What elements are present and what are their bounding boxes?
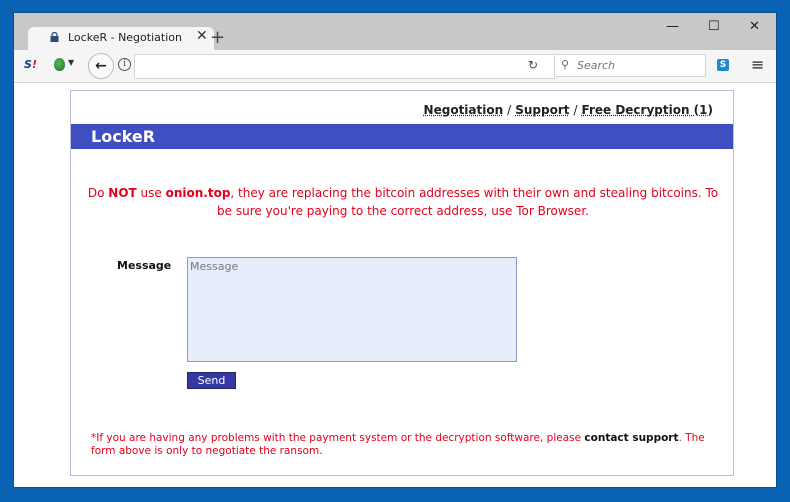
nav-separator: / xyxy=(573,103,578,117)
footnote: *If you are having any problems with the… xyxy=(91,432,721,458)
top-nav: Negotiation / Support / Free Decryption (1) xyxy=(424,103,713,117)
nav-link-free-decryption[interactable]: Free Decryption (1) xyxy=(582,103,713,117)
ransom-page: Negotiation / Support / Free Decryption (1) … xyxy=(70,90,734,476)
brand-title: LockeR xyxy=(91,127,156,146)
url-input[interactable] xyxy=(134,54,555,79)
close-window-icon[interactable]: ✕ xyxy=(749,19,760,34)
send-button[interactable]: Send xyxy=(187,372,236,389)
search-icon: ⚲ xyxy=(561,58,570,71)
reload-icon[interactable]: ↻ xyxy=(528,58,538,72)
tab-title: LockeR - Negotiation xyxy=(68,31,182,44)
search-placeholder: Search xyxy=(577,59,616,72)
header-banner: LockeR xyxy=(71,124,733,149)
tab-locker-negotiation[interactable]: LockeR - Negotiation ✕ xyxy=(28,27,214,50)
search-input[interactable]: ⚲ Search xyxy=(554,54,706,77)
back-arrow-icon: ← xyxy=(95,58,107,74)
onion-icon[interactable] xyxy=(54,58,65,71)
warning-text: , they are replacing the bitcoin address… xyxy=(217,186,719,218)
tab-strip: LockeR - Negotiation ✕ + — ☐ ✕ xyxy=(14,13,776,50)
new-tab-icon[interactable]: + xyxy=(210,27,225,48)
back-button[interactable]: ← xyxy=(88,53,114,79)
message-textarea[interactable] xyxy=(187,257,517,362)
browser-window: LockeR - Negotiation ✕ + — ☐ ✕ S! ▼ ← i … xyxy=(14,13,776,487)
contact-support-link[interactable]: contact support xyxy=(584,432,678,444)
nav-link-support[interactable]: Support xyxy=(515,103,569,117)
info-icon[interactable]: i xyxy=(118,58,131,71)
chevron-down-icon[interactable]: ▼ xyxy=(68,58,74,67)
addon-s-letter: S xyxy=(24,58,32,71)
minimize-icon[interactable]: — xyxy=(666,19,679,34)
tab-close-icon[interactable]: ✕ xyxy=(196,28,208,44)
nav-link-negotiation[interactable]: Negotiation xyxy=(424,103,504,117)
page-viewport: Negotiation / Support / Free Decryption (1) … xyxy=(14,83,776,487)
lock-icon xyxy=(50,32,59,42)
message-label: Message xyxy=(117,259,172,272)
addon-s-icon[interactable]: S! xyxy=(24,58,37,71)
nav-toolbar: S! ▼ ← i ↻ ⚲ Search S ≡ xyxy=(14,50,776,83)
maximize-icon[interactable]: ☐ xyxy=(708,19,720,34)
warning-emphasis: NOT xyxy=(108,186,137,200)
warning-text: use xyxy=(136,186,166,200)
hamburger-menu-icon[interactable]: ≡ xyxy=(751,55,764,74)
addon-s-mark: ! xyxy=(31,58,37,71)
warning-message: Do NOT use onion.top, they are replacing… xyxy=(83,184,723,220)
warning-domain: onion.top xyxy=(165,186,231,200)
footnote-text: *If you are having any problems with the… xyxy=(91,432,585,444)
warning-text: Do xyxy=(87,186,109,200)
nav-separator: / xyxy=(507,103,512,117)
skype-icon[interactable]: S xyxy=(717,59,729,71)
